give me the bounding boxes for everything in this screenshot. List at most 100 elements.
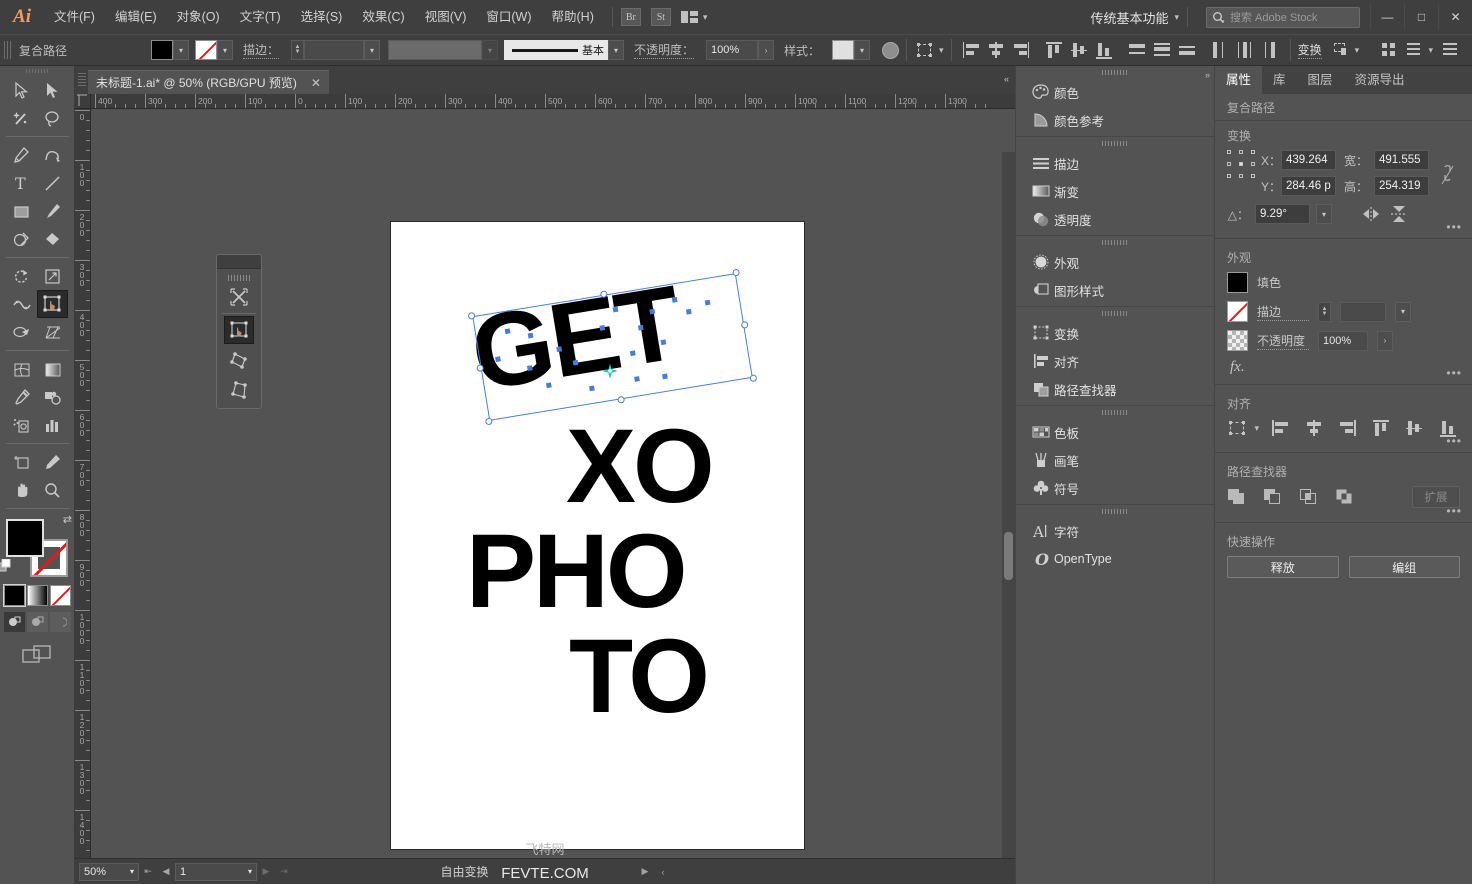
dock-item-透明度[interactable]: 透明度 <box>1016 205 1214 233</box>
widget-grip[interactable] <box>228 275 250 281</box>
pathfinder-more-options-icon[interactable]: ••• <box>1446 504 1462 518</box>
tab-properties[interactable]: 属性 <box>1215 66 1263 94</box>
appearance-stroke-stepper[interactable]: ▲ ▼ <box>1318 301 1331 322</box>
dock-group-grip[interactable] <box>1016 236 1214 248</box>
tool-width[interactable] <box>6 290 37 318</box>
document-tab-close-icon[interactable]: ✕ <box>311 76 321 90</box>
workspace-chevron-down-icon[interactable]: ▾ <box>1174 12 1179 23</box>
document-setup-icon[interactable] <box>1380 40 1401 60</box>
dock-item-颜色[interactable]: 颜色 <box>1016 78 1214 106</box>
flip-vertical-icon[interactable] <box>1388 205 1410 223</box>
tool-rotate[interactable] <box>6 262 37 290</box>
distribute-bottom-icon[interactable] <box>1177 40 1198 60</box>
free-distort-icon[interactable] <box>224 376 254 404</box>
draw-inside-icon[interactable] <box>49 612 71 632</box>
tool-direct-selection[interactable] <box>37 76 68 104</box>
menu-type[interactable]: 文字(T) <box>230 0 291 34</box>
distribute-right-icon[interactable] <box>1260 40 1281 60</box>
pathfinder-unite-icon[interactable] <box>1227 488 1247 506</box>
transform-more-options-icon[interactable]: ••• <box>1446 220 1462 234</box>
fill-chevron-down-icon[interactable]: ▾ <box>173 40 189 60</box>
distribute-left-icon[interactable] <box>1210 40 1231 60</box>
props-align-right-icon[interactable] <box>1337 418 1358 438</box>
tool-free-transform[interactable] <box>37 290 68 318</box>
align-left-icon[interactable] <box>961 40 982 60</box>
workspace-switcher-label[interactable]: 传统基本功能 <box>1090 8 1168 27</box>
fill-stroke-color-control[interactable]: ⇄ <box>0 514 72 577</box>
tool-zoom[interactable] <box>37 476 68 504</box>
stroke-color-swatch[interactable] <box>195 40 217 60</box>
appearance-fill-swatch[interactable] <box>1227 272 1248 293</box>
transform-panel-button[interactable]: 变换 <box>1297 41 1322 59</box>
vertical-ruler[interactable]: 0100200300400500600700800900100011001200… <box>75 94 91 884</box>
window-maximize-button[interactable]: □ <box>1404 4 1438 30</box>
dock-item-字符[interactable]: A 字符 <box>1016 517 1214 545</box>
vertical-scroll-thumb[interactable] <box>1004 532 1013 580</box>
graphic-style-swatch[interactable] <box>832 40 855 60</box>
align-to-icon[interactable] <box>1229 418 1250 438</box>
align-chevron-down-icon[interactable]: ▾ <box>939 45 944 56</box>
dock-item-描边[interactable]: 描边 <box>1016 149 1214 177</box>
dock-group-grip[interactable] <box>1016 307 1214 319</box>
default-fill-stroke-icon[interactable] <box>0 558 12 573</box>
appearance-stroke-chevron-down-icon[interactable]: ▾ <box>1395 301 1411 322</box>
stock-button[interactable]: St <box>650 8 671 26</box>
draw-behind-icon[interactable] <box>26 612 48 632</box>
preferences-icon[interactable] <box>1405 40 1426 60</box>
dock-item-图形样式[interactable]: 图形样式 <box>1016 276 1214 304</box>
tool-symbol-sprayer[interactable] <box>6 411 37 439</box>
tool-gradient[interactable] <box>37 355 68 383</box>
tool-paintbrush[interactable] <box>37 197 68 225</box>
height-input[interactable]: 254.319 <box>1374 176 1429 196</box>
poster-line-pho[interactable]: PHO <box>466 512 688 632</box>
screen-mode-button[interactable] <box>0 644 74 666</box>
color-mode-gradient-icon[interactable] <box>26 585 48 606</box>
fill-color-swatch[interactable] <box>151 40 173 60</box>
appearance-stroke-swatch[interactable] <box>1227 301 1248 322</box>
stroke-profile-preview[interactable]: 基本 <box>504 40 609 60</box>
tool-eraser[interactable] <box>37 225 68 253</box>
dock-collapse-icon[interactable]: » <box>1205 70 1210 80</box>
shape-builder-icon[interactable] <box>1332 40 1353 60</box>
align-top-icon[interactable] <box>1044 40 1065 60</box>
menu-effect[interactable]: 效果(C) <box>352 0 414 34</box>
stroke-weight-chevron-down-icon[interactable]: ▾ <box>364 40 381 60</box>
canvas[interactable]: GET XO PHO TO <box>91 109 1015 884</box>
constrain-icon[interactable] <box>224 283 254 311</box>
width-input[interactable]: 491.555 <box>1374 150 1429 170</box>
arrange-documents-icon[interactable] <box>680 10 699 24</box>
tool-scale[interactable] <box>37 262 68 290</box>
stock-search-input[interactable]: 搜索 Adobe Stock <box>1206 6 1360 28</box>
dock-group-grip[interactable] <box>1016 66 1214 78</box>
free-transform-widget[interactable] <box>216 254 262 409</box>
tool-rectangle[interactable] <box>6 197 37 225</box>
appearance-stroke-label[interactable]: 描边 <box>1257 303 1309 321</box>
fill-color-well[interactable] <box>6 519 44 557</box>
menu-file[interactable]: 文件(F) <box>44 0 105 34</box>
distribute-vertical-center-icon[interactable] <box>1152 40 1173 60</box>
color-mode-none-icon[interactable] <box>49 585 71 606</box>
tool-lasso[interactable] <box>37 104 68 132</box>
transform-center-point-icon[interactable] <box>602 363 618 379</box>
opacity-input[interactable]: 100% <box>706 40 759 60</box>
dock-item-画笔[interactable]: 画笔 <box>1016 446 1214 474</box>
props-align-center-horizontal-icon[interactable] <box>1304 418 1325 438</box>
menu-help[interactable]: 帮助(H) <box>542 0 604 34</box>
appearance-stroke-weight-input[interactable] <box>1340 301 1386 322</box>
menu-select[interactable]: 选择(S) <box>291 0 353 34</box>
stroke-weight-stepper[interactable]: ▲ ▼ <box>291 40 305 60</box>
poster-line-xo[interactable]: XO <box>566 407 715 527</box>
dock-item-OpenType[interactable]: O OpenType <box>1016 545 1214 573</box>
dock-item-色板[interactable]: 色板 <box>1016 418 1214 446</box>
widget-title-bar[interactable] <box>217 255 261 269</box>
tab-libraries[interactable]: 库 <box>1262 66 1297 94</box>
distribute-top-icon[interactable] <box>1127 40 1148 60</box>
preferences-chevron-down-icon[interactable]: ▾ <box>1428 45 1433 56</box>
dock-item-变换[interactable]: 变换 <box>1016 319 1214 347</box>
constrain-proportions-icon[interactable] <box>1434 150 1460 186</box>
dock-group-grip[interactable] <box>1016 406 1214 418</box>
tool-type[interactable]: T <box>6 169 37 197</box>
dock-item-外观[interactable]: 外观 <box>1016 248 1214 276</box>
props-align-left-icon[interactable] <box>1270 418 1291 438</box>
shape-chevron-down-icon[interactable]: ▾ <box>1355 45 1360 56</box>
